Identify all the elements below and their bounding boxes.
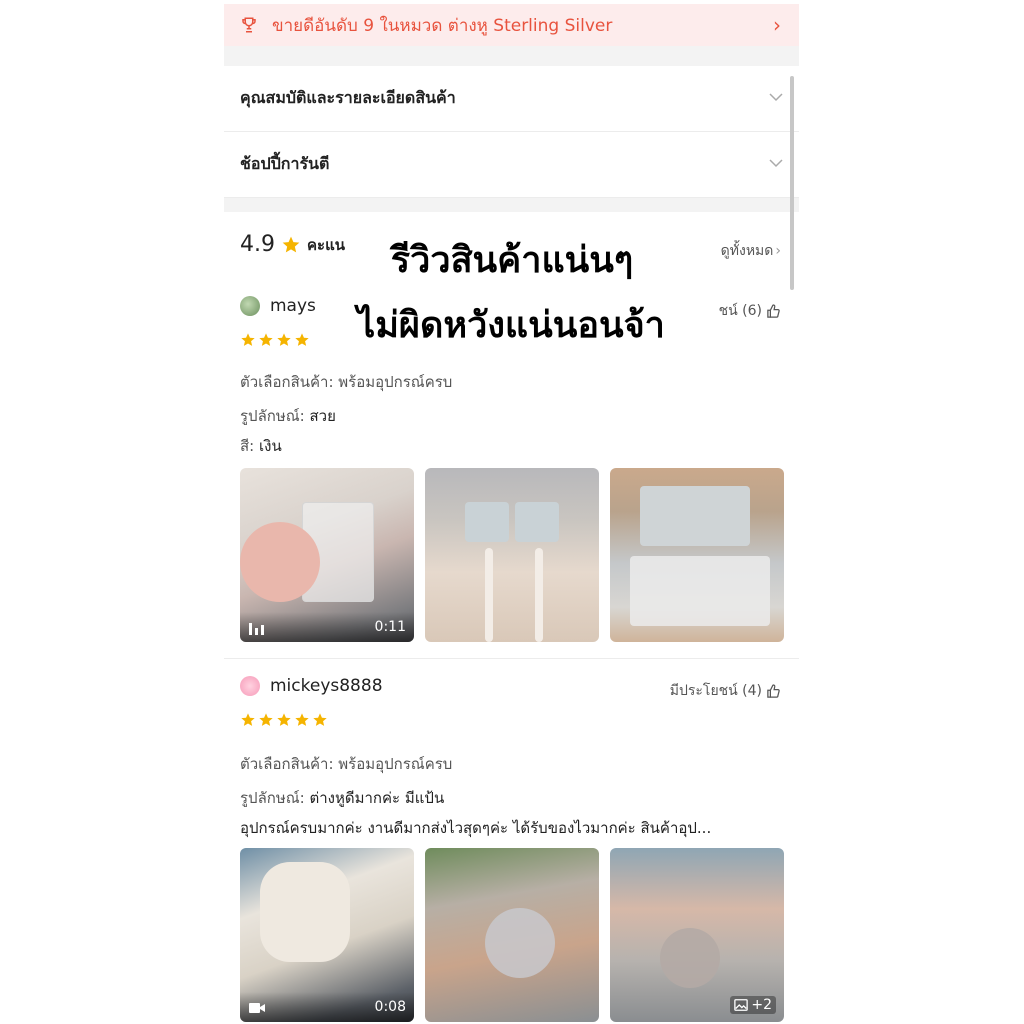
- star-icon: [313, 713, 327, 726]
- style-value: สวย: [309, 407, 336, 425]
- bestseller-banner[interactable]: ขายดีอันดับ 9 ในหมวด ต่างหู Sterling Sil…: [224, 4, 799, 46]
- section-divider: [224, 46, 799, 66]
- color-attr: สี: เงิน: [240, 434, 282, 458]
- overlay-caption-line1: รีวิวสินค้าแน่นๆ: [350, 240, 674, 282]
- option-value: พร้อมอุปกรณ์ครบ: [338, 755, 453, 773]
- option-attr: ตัวเลือกสินค้า: พร้อมอุปกรณ์ครบ: [240, 370, 452, 394]
- review-comment: อุปกรณ์ครบมากค่ะ งานดีมากส่งไวสุดๆค่ะ ได…: [240, 819, 712, 837]
- star-icon: [277, 333, 291, 346]
- see-all-label: ดูทั้งหมด: [720, 243, 774, 259]
- shopee-guarantee-row[interactable]: ช้อปปี้การันตี: [224, 132, 799, 198]
- review-photo[interactable]: +2: [610, 848, 784, 1022]
- video-duration: 0:11: [374, 619, 406, 635]
- bestseller-text: ขายดีอันดับ 9 ในหมวด ต่างหู Sterling Sil…: [272, 15, 613, 36]
- hand-shape: [240, 522, 320, 602]
- scrollbar[interactable]: [790, 76, 794, 290]
- star-icon: [295, 333, 309, 346]
- chevron-down-icon: [769, 159, 783, 168]
- video-overlay: 0:08: [240, 992, 414, 1022]
- helpful-count: ชน์ (6): [718, 303, 762, 319]
- reviewer[interactable]: mickeys8888: [240, 676, 383, 696]
- style-label: รูปลักษณ์:: [240, 789, 305, 807]
- thumbs-up-icon: [767, 683, 780, 698]
- star-icon: [277, 713, 291, 726]
- avatar: [240, 296, 260, 316]
- earring-shape: [660, 928, 720, 988]
- review-video-thumbnail[interactable]: 0:08: [240, 848, 414, 1022]
- star-icon: [241, 713, 255, 726]
- section-divider: [224, 198, 799, 212]
- ribbon-shape: [535, 548, 543, 642]
- option-attr: ตัวเลือกสินค้า: พร้อมอุปกรณ์ครบ: [240, 752, 452, 776]
- star-icon: [241, 333, 255, 346]
- chevron-right-icon: ›: [775, 243, 781, 259]
- see-all-link[interactable]: ดูทั้งหมด ›: [721, 240, 781, 262]
- box-shape: [465, 502, 509, 542]
- rating-score: 4.9: [240, 232, 275, 257]
- reviewer-name: mickeys8888: [270, 676, 383, 696]
- star-icon: [259, 713, 273, 726]
- bag-shape: [630, 556, 770, 626]
- star-icon: [259, 333, 273, 346]
- helpful-button[interactable]: ชน์ (6): [719, 300, 781, 322]
- helpful-button[interactable]: มีประโยชน์ (4): [670, 680, 781, 702]
- color-label: สี:: [240, 437, 255, 455]
- product-page: ขายดีอันดับ 9 ในหมวด ต่างหู Sterling Sil…: [224, 0, 799, 1024]
- star-icon: [282, 236, 300, 252]
- review-video-thumbnail[interactable]: 0:11: [240, 468, 414, 642]
- rating-summary: 4.9 คะแน: [240, 232, 345, 257]
- review-photo[interactable]: [425, 848, 599, 1022]
- audio-bars-icon: [249, 623, 264, 635]
- star-icon: [295, 713, 309, 726]
- helpful-count: มีประโยชน์ (4): [669, 683, 762, 699]
- style-value: ต่างหูดีมากค่ะ มีแป้น: [309, 789, 445, 807]
- shopee-guarantee-label: ช้อปปี้การันตี: [240, 154, 330, 173]
- more-photos-count: +2: [751, 997, 772, 1013]
- product-specs-label: คุณสมบัติและรายละเอียดสินค้า: [240, 88, 456, 107]
- overlay-caption-line2: ไม่ผิดหวังแน่นอนจ้า: [316, 298, 706, 354]
- video-duration: 0:08: [374, 999, 406, 1015]
- thumbs-up-icon: [767, 303, 780, 318]
- video-overlay: 0:11: [240, 612, 414, 642]
- reviewer-name: mays: [270, 296, 316, 316]
- style-attr: รูปลักษณ์: สวย: [240, 404, 336, 428]
- review-photo[interactable]: [610, 468, 784, 642]
- ribbon-shape: [485, 548, 493, 642]
- box-shape: [515, 502, 559, 542]
- video-camera-icon: [249, 1003, 265, 1013]
- pouch-shape: [260, 862, 350, 962]
- chevron-right-icon: ›: [773, 13, 781, 37]
- image-icon: [734, 999, 749, 1011]
- review-stars: [240, 332, 312, 348]
- review-stars: [240, 712, 330, 728]
- option-value: พร้อมอุปกรณ์ครบ: [338, 373, 453, 391]
- rating-label: คะแน: [307, 235, 346, 254]
- review-divider: [224, 658, 799, 659]
- chevron-down-icon: [769, 93, 783, 102]
- trophy-icon: [242, 17, 256, 33]
- more-photos-badge: +2: [730, 996, 776, 1014]
- reviewer[interactable]: mays: [240, 296, 316, 316]
- review-photo[interactable]: [425, 468, 599, 642]
- earring-shape: [485, 908, 555, 978]
- style-label: รูปลักษณ์:: [240, 407, 305, 425]
- style-attr: รูปลักษณ์: ต่างหูดีมากค่ะ มีแป้น: [240, 786, 444, 810]
- product-specs-row[interactable]: คุณสมบัติและรายละเอียดสินค้า: [224, 66, 799, 132]
- box-shape: [640, 486, 750, 546]
- color-value: เงิน: [259, 437, 282, 455]
- avatar: [240, 676, 260, 696]
- option-label: ตัวเลือกสินค้า:: [240, 373, 334, 391]
- option-label: ตัวเลือกสินค้า:: [240, 755, 334, 773]
